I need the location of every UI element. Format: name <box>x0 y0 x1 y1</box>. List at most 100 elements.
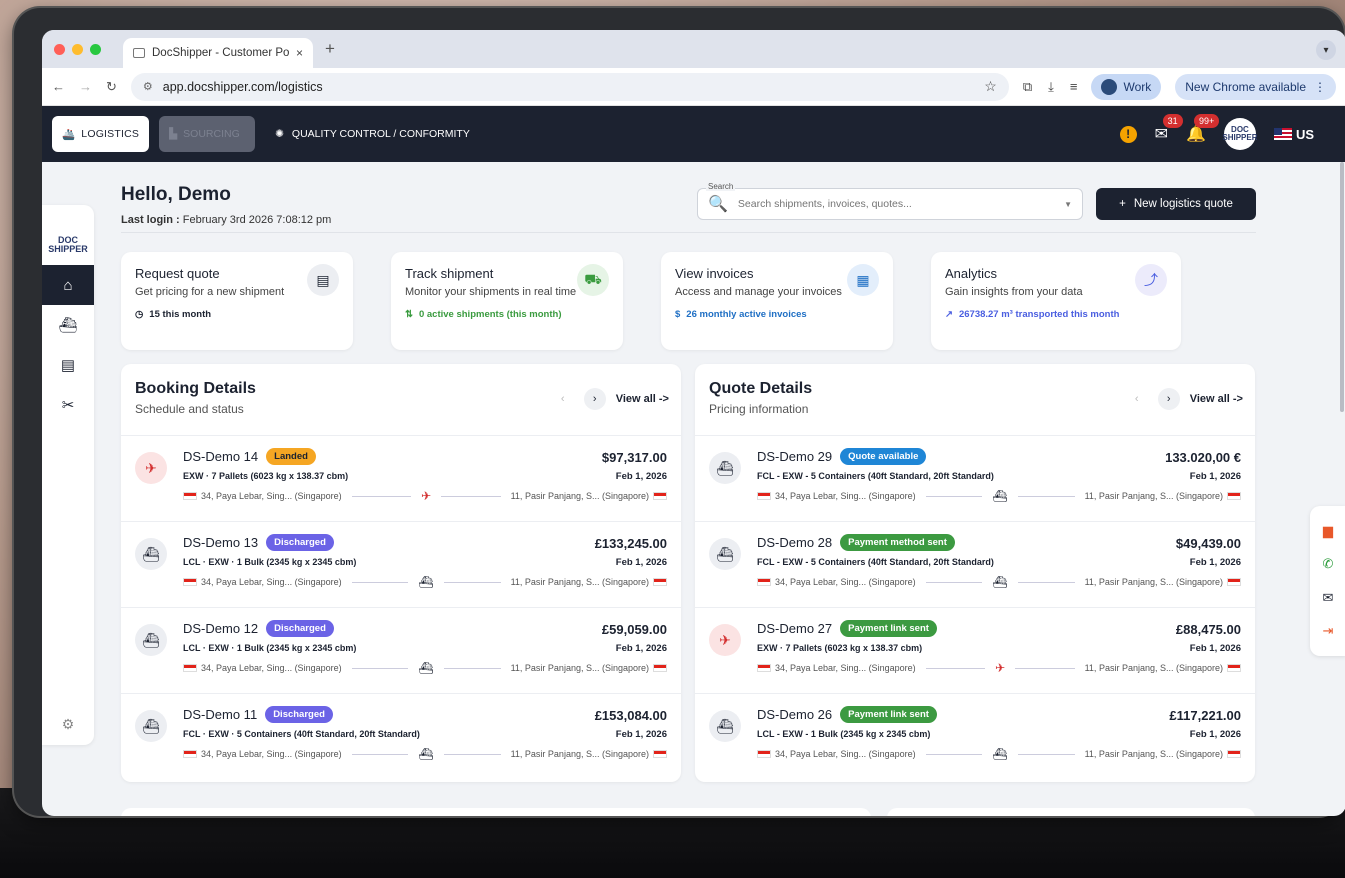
prev-page-icon[interactable]: ‹ <box>552 388 574 410</box>
logout-icon[interactable]: ⇥ <box>1323 623 1334 639</box>
sidebar-logo[interactable]: DOC SHIPPER <box>42 225 94 265</box>
quote-row[interactable]: ⛴ DS-Demo 26 Payment link sent £117,221.… <box>695 694 1255 780</box>
check-calendar-icon: ◷ <box>135 309 144 320</box>
ship-icon: ⛴ <box>709 452 741 484</box>
nav-sourcing-button[interactable]: ▙ SOURCING <box>159 116 256 152</box>
card-track-shipment[interactable]: Track shipment Monitor your shipments in… <box>391 252 623 350</box>
quote-row[interactable]: ✈ DS-Demo 27 Payment link sent £88,475.0… <box>695 608 1255 694</box>
status-badge: Payment method sent <box>840 534 955 551</box>
sidebar-tools[interactable]: ✂ <box>42 385 94 425</box>
below-fold-card <box>121 808 871 816</box>
close-window-button[interactable] <box>54 43 65 55</box>
nav-quality-button[interactable]: ✺ QUALITY CONTROL / CONFORMITY <box>265 128 480 140</box>
sidebar-home[interactable]: ⌂ <box>42 265 94 305</box>
next-page-icon[interactable]: › <box>583 388 606 410</box>
row-amount: $97,317.00 <box>601 450 667 465</box>
route-origin: 34, Paya Lebar, Sing... (Singapore) <box>201 663 342 673</box>
booking-view-all-link[interactable]: View all -> <box>616 393 669 405</box>
update-chrome-button[interactable]: New Chrome available ⋮ <box>1175 73 1336 100</box>
home-icon: ⌂ <box>63 276 73 294</box>
route-origin: 34, Paya Lebar, Sing... (Singapore) <box>775 577 916 587</box>
back-icon[interactable]: ← <box>52 79 65 94</box>
quote-row[interactable]: ⛴ DS-Demo 29 Quote available 133.020,00 … <box>695 436 1255 522</box>
next-page-icon[interactable]: › <box>1157 388 1180 410</box>
route-destination: 11, Pasir Panjang, S... (Singapore) <box>510 749 649 759</box>
browser-tab[interactable]: DocShipper - Customer Porta × <box>123 38 313 68</box>
chart-icon: ↗ <box>945 309 953 320</box>
row-detail: LCL · EXW · 1 Bulk (2345 kg x 2345 cbm) <box>183 557 357 567</box>
tab-search-icon[interactable]: ▾ <box>1316 40 1336 60</box>
singapore-flag-icon <box>757 492 771 500</box>
chat-icon[interactable]: ▆ <box>1323 523 1333 539</box>
profile-button[interactable]: Work <box>1091 73 1162 100</box>
new-tab-button[interactable]: + <box>325 39 335 59</box>
browser-toolbar: ← → ↻ ⚙ app.docshipper.com/logistics ☆ ⧉… <box>42 68 1345 106</box>
status-badge: Landed <box>266 448 316 465</box>
booking-row[interactable]: ⛴ DS-Demo 11 Discharged £153,084.00 Feb … <box>121 694 681 780</box>
card-analytics[interactable]: Analytics Gain insights from your data ↗… <box>931 252 1181 350</box>
quote-row[interactable]: ⛴ DS-Demo 28 Payment method sent $49,439… <box>695 522 1255 608</box>
bell-icon[interactable]: 🔔 99+ <box>1186 114 1220 144</box>
route-destination: 11, Pasir Panjang, S... (Singapore) <box>1084 749 1223 759</box>
route-destination: 11, Pasir Panjang, S... (Singapore) <box>1084 663 1224 673</box>
row-header: DS-Demo 12 Discharged <box>183 620 667 637</box>
new-quote-label: New logistics quote <box>1133 198 1233 210</box>
window-controls <box>54 43 101 55</box>
booking-row[interactable]: ⛴ DS-Demo 12 Discharged £59,059.00 Feb 1… <box>121 608 681 694</box>
search-box[interactable]: Search 🔍 ▼ <box>697 182 1083 220</box>
booking-list: ✈ DS-Demo 14 Landed $97,317.00 Feb 1, 20… <box>121 436 681 780</box>
row-header: DS-Demo 28 Payment method sent <box>757 534 1241 551</box>
singapore-flag-icon <box>183 750 197 758</box>
mail-icon[interactable]: ✉ <box>1323 590 1334 606</box>
card-view-invoices[interactable]: View invoices Access and manage your inv… <box>661 252 893 350</box>
booking-row[interactable]: ✈ DS-Demo 14 Landed $97,317.00 Feb 1, 20… <box>121 436 681 522</box>
ship-icon: ⛴ <box>709 538 741 570</box>
ship-icon: ⛴ <box>418 575 434 589</box>
plus-icon: + <box>1119 198 1126 210</box>
booking-row[interactable]: ⛴ DS-Demo 13 Discharged £133,245.00 Feb … <box>121 522 681 608</box>
download-icon[interactable]: ⤓ <box>1048 79 1054 95</box>
whatsapp-icon[interactable]: ✆ <box>1323 556 1334 572</box>
new-logistics-quote-button[interactable]: + New logistics quote <box>1096 188 1256 220</box>
address-bar[interactable]: ⚙ app.docshipper.com/logistics ☆ <box>130 72 1009 101</box>
language-selector[interactable]: US <box>1273 126 1314 142</box>
nav-right: ! ✉ 31 🔔 99+ DOC SHIPPER US <box>1119 114 1336 150</box>
search-icon: 🔍 <box>708 196 728 213</box>
company-logo[interactable]: DOC SHIPPER <box>1222 118 1258 150</box>
bookmark-star-icon[interactable]: ☆ <box>984 78 997 95</box>
row-amount: 133.020,00 € <box>1165 450 1241 465</box>
singapore-flag-icon <box>757 750 771 758</box>
nav-logistics-label: LOGISTICS <box>81 128 140 140</box>
kebab-menu-icon[interactable]: ⋮ <box>1314 80 1326 94</box>
status-badge: Discharged <box>266 620 334 637</box>
chevron-down-icon[interactable]: ▼ <box>1064 200 1072 209</box>
quote-view-all-link[interactable]: View all -> <box>1190 393 1243 405</box>
tools-icon: ✂ <box>61 397 75 414</box>
search-input[interactable] <box>737 198 1055 210</box>
mail-icon[interactable]: ✉ 31 <box>1155 114 1183 144</box>
tab-close-icon[interactable]: × <box>296 46 303 60</box>
dollar-icon: $ <box>675 309 681 320</box>
language-label: US <box>1295 126 1314 142</box>
route-line <box>925 495 983 497</box>
page-scrollbar[interactable] <box>1340 162 1344 412</box>
warning-icon[interactable]: ! <box>1119 125 1137 143</box>
card-metric: ↗ 26738.27 m³ transported this month <box>945 309 1167 320</box>
nav-quality-label: QUALITY CONTROL / CONFORMITY <box>291 128 470 140</box>
zoom-window-button[interactable] <box>90 43 101 55</box>
reload-icon[interactable]: ↻ <box>106 79 117 95</box>
nav-logistics-button[interactable]: 🚢 LOGISTICS <box>52 116 150 152</box>
row-id: DS-Demo 11 <box>183 707 258 722</box>
sidebar-shipments[interactable]: ⛴ <box>42 305 94 345</box>
route-line <box>443 753 501 755</box>
card-metric-text: 26738.27 m³ transported this month <box>958 309 1120 320</box>
prev-page-icon[interactable]: ‹ <box>1126 388 1148 410</box>
site-settings-icon[interactable]: ⚙ <box>143 80 153 93</box>
minimize-window-button[interactable] <box>72 43 83 55</box>
sidebar-settings[interactable]: ⚙ <box>42 716 94 733</box>
extensions-icon[interactable]: ⧉ <box>1023 79 1032 95</box>
reading-list-icon[interactable]: ≡ <box>1070 79 1078 94</box>
card-request-quote[interactable]: Request quote Get pricing for a new ship… <box>121 252 353 350</box>
sidebar-invoices[interactable]: ▤ <box>42 345 94 385</box>
forward-icon[interactable]: → <box>79 79 92 94</box>
